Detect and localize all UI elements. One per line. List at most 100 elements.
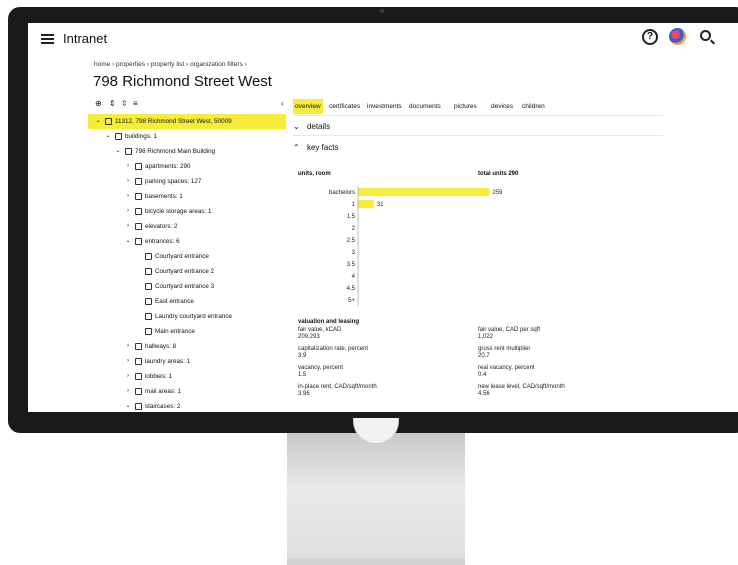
tab-bar: overview certificates investments documents… bbox=[293, 99, 663, 114]
filter-icon[interactable]: ≡ bbox=[133, 99, 138, 108]
chevron-right-icon[interactable]: › bbox=[124, 189, 132, 204]
chevron-right-icon[interactable]: › bbox=[124, 384, 132, 399]
valuation-value: 20.7 bbox=[478, 353, 490, 359]
tree-item[interactable]: Main entrance bbox=[88, 324, 286, 339]
stairs-icon bbox=[135, 193, 142, 200]
tree-item[interactable]: › elevators: 2 bbox=[88, 219, 286, 234]
tree-item[interactable]: ⌄ buildings: 1 bbox=[88, 129, 286, 144]
details-section-header[interactable]: ⌄ details bbox=[293, 122, 330, 131]
chevron-down-icon: ⌄ bbox=[293, 122, 300, 131]
category-label: 1.5 bbox=[347, 214, 356, 220]
valuation-value: 0.4 bbox=[478, 372, 487, 378]
search-icon[interactable] bbox=[700, 30, 711, 41]
category-label: 3.5 bbox=[347, 262, 356, 268]
door-icon bbox=[145, 253, 152, 260]
chevron-right-icon[interactable]: › bbox=[124, 159, 132, 174]
tab-children[interactable]: children bbox=[520, 99, 547, 114]
tree-item[interactable]: Courtyard entrance 2 bbox=[88, 264, 286, 279]
chevron-right-icon[interactable]: › bbox=[124, 369, 132, 384]
screen: Intranet ? home › properties › property … bbox=[28, 23, 738, 412]
expand-all-icon[interactable]: ⇕ bbox=[109, 99, 116, 108]
folder-icon bbox=[115, 133, 122, 140]
hallway-icon bbox=[135, 343, 142, 350]
tree-item-label: entrances: 6 bbox=[145, 238, 180, 245]
camera bbox=[380, 9, 384, 13]
tree-item-label: parking spaces: 127 bbox=[145, 178, 202, 185]
collapse-panel-icon[interactable]: ‹ bbox=[281, 99, 284, 108]
valuation-item: fair value, CAD per sqft 1,022 bbox=[478, 327, 540, 341]
tree-item[interactable]: ⌄ staircases: 2 bbox=[88, 399, 286, 412]
parking-icon bbox=[135, 178, 142, 185]
tab-overview[interactable]: overview bbox=[293, 99, 323, 114]
tree-item[interactable]: › lobbies: 1 bbox=[88, 369, 286, 384]
tab-documents[interactable]: documents bbox=[407, 99, 443, 114]
tree-item[interactable]: East entrance bbox=[88, 294, 286, 309]
door-icon bbox=[145, 283, 152, 290]
tab-investments[interactable]: investments bbox=[365, 99, 404, 114]
tree-item[interactable]: › parking spaces: 127 bbox=[88, 174, 286, 189]
tree-item-label: Courtyard entrance 2 bbox=[155, 268, 215, 275]
valuation-value: 4.56 bbox=[478, 391, 490, 397]
chevron-right-icon[interactable]: › bbox=[124, 204, 132, 219]
category-label: 3 bbox=[352, 250, 356, 256]
category-label: 2.5 bbox=[347, 238, 356, 244]
category-label: 4.5 bbox=[347, 286, 356, 292]
tree-item[interactable]: Courtyard entrance 3 bbox=[88, 279, 286, 294]
tab-certificates[interactable]: certificates bbox=[327, 99, 362, 114]
tree-item[interactable]: › apartments: 290 bbox=[88, 159, 286, 174]
key-facts-section-header[interactable]: ⌃ key facts bbox=[293, 143, 339, 152]
chevron-down-icon[interactable]: ⌄ bbox=[104, 129, 112, 144]
tree-item[interactable]: ⌄ 11312, 798 Richmond Street West, 50009 bbox=[88, 114, 286, 129]
bar bbox=[358, 188, 490, 196]
category-label: bachelors bbox=[329, 190, 355, 196]
tree-item-label: mail areas: 1 bbox=[145, 388, 182, 395]
monitor-bezel: Intranet ? home › properties › property … bbox=[8, 7, 738, 433]
valuation-label: vacancy, percent bbox=[298, 365, 343, 371]
tree-item-label: buildings: 1 bbox=[125, 133, 157, 140]
breadcrumb[interactable]: home › properties › property list › orga… bbox=[94, 61, 247, 68]
valuation-value: 209,293 bbox=[298, 334, 320, 340]
valuation-item: gross rent multiplier 20.7 bbox=[478, 346, 530, 360]
valuation-value: 1.5 bbox=[298, 372, 307, 378]
bar-value-label: 259 bbox=[492, 190, 503, 196]
tree-item[interactable]: ⌄ 798 Richmond Main Building bbox=[88, 144, 286, 159]
category-label: 4 bbox=[352, 274, 356, 280]
tree-item[interactable]: › mail areas: 1 bbox=[88, 384, 286, 399]
tree-item[interactable]: Courtyard entrance bbox=[88, 249, 286, 264]
collapse-all-icon[interactable]: ⇳ bbox=[121, 99, 128, 108]
user-avatar[interactable] bbox=[669, 28, 686, 45]
help-icon[interactable]: ? bbox=[642, 29, 658, 45]
valuation-item: in-place rent, CAD/sqft/month 3.96 bbox=[298, 384, 377, 398]
valuation-label: in-place rent, CAD/sqft/month bbox=[298, 384, 377, 390]
chevron-up-icon: ⌃ bbox=[293, 143, 300, 152]
chevron-down-icon[interactable]: ⌄ bbox=[114, 144, 122, 159]
chevron-right-icon[interactable]: › bbox=[124, 174, 132, 189]
tree-item[interactable]: › hallways: 8 bbox=[88, 339, 286, 354]
tab-devices[interactable]: devices bbox=[489, 99, 515, 114]
tab-pictures[interactable]: pictures bbox=[452, 99, 479, 114]
chevron-down-icon[interactable]: ⌄ bbox=[124, 234, 132, 249]
chevron-right-icon[interactable]: › bbox=[124, 354, 132, 369]
tree-item[interactable]: › bicycle storage areas: 1 bbox=[88, 204, 286, 219]
stand-base bbox=[287, 558, 465, 565]
tree-item-label: hallways: 8 bbox=[145, 343, 177, 350]
app-title: Intranet bbox=[63, 31, 108, 46]
hamburger-menu-icon[interactable] bbox=[41, 34, 54, 44]
valuation-item: capitalization rate, percent 3.9 bbox=[298, 346, 368, 360]
locate-icon[interactable]: ⊕ bbox=[95, 99, 102, 108]
tree-item[interactable]: › laundry areas: 1 bbox=[88, 354, 286, 369]
tree-item[interactable]: Laundry courtyard entrance bbox=[88, 309, 286, 324]
valuation-label: fair value, CAD per sqft bbox=[478, 327, 541, 333]
tree-item[interactable]: ⌄ entrances: 6 bbox=[88, 234, 286, 249]
chevron-down-icon[interactable]: ⌄ bbox=[124, 399, 132, 412]
tree-item[interactable]: › basements: 1 bbox=[88, 189, 286, 204]
mail-icon bbox=[135, 388, 142, 395]
chevron-right-icon[interactable]: › bbox=[124, 339, 132, 354]
chevron-right-icon[interactable]: › bbox=[124, 219, 132, 234]
valuation-label: gross rent multiplier bbox=[478, 346, 531, 352]
chevron-down-icon[interactable]: ⌄ bbox=[94, 114, 102, 129]
tab-divider bbox=[293, 115, 663, 116]
elevator-icon bbox=[135, 223, 142, 230]
tree-item-label: basements: 1 bbox=[145, 193, 183, 200]
sofa-icon bbox=[135, 373, 142, 380]
